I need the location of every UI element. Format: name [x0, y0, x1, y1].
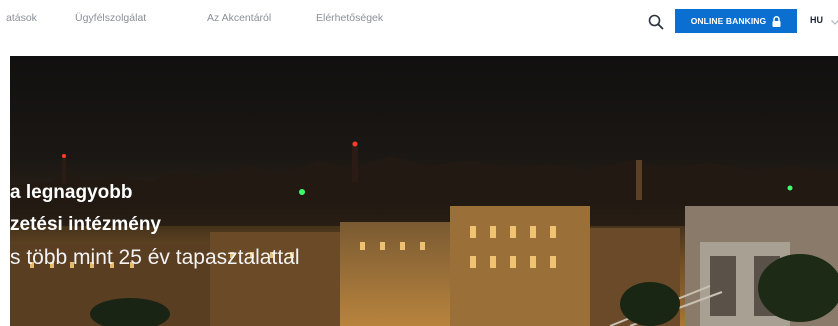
nav-link-services[interactable]: atások	[6, 12, 37, 24]
online-banking-label: ONLINE BANKING	[690, 16, 767, 26]
search-icon[interactable]	[647, 13, 665, 31]
online-banking-button[interactable]: ONLINE BANKING	[675, 9, 797, 33]
nav-link-customer-service[interactable]: Ügyfélszolgálat	[75, 12, 146, 24]
hero-subtitle: s több mint 25 év tapasztalattal	[10, 246, 300, 269]
hero-image	[10, 141, 838, 326]
lock-icon	[772, 15, 781, 27]
hero-banner: a legnagyobb zetési intézmény s több min…	[10, 56, 838, 326]
chevron-down-icon[interactable]	[830, 14, 838, 25]
top-navigation: atások Ügyfélszolgálat Az Akcentáról Elé…	[0, 0, 838, 42]
nav-link-contacts[interactable]: Elérhetőségek	[316, 12, 383, 24]
nav-link-about[interactable]: Az Akcentáról	[207, 12, 271, 24]
hero-headline-line-1: a legnagyobb	[10, 182, 133, 203]
language-selector[interactable]: HU	[810, 15, 823, 25]
hero-headline-line-2: zetési intézmény	[10, 214, 161, 235]
